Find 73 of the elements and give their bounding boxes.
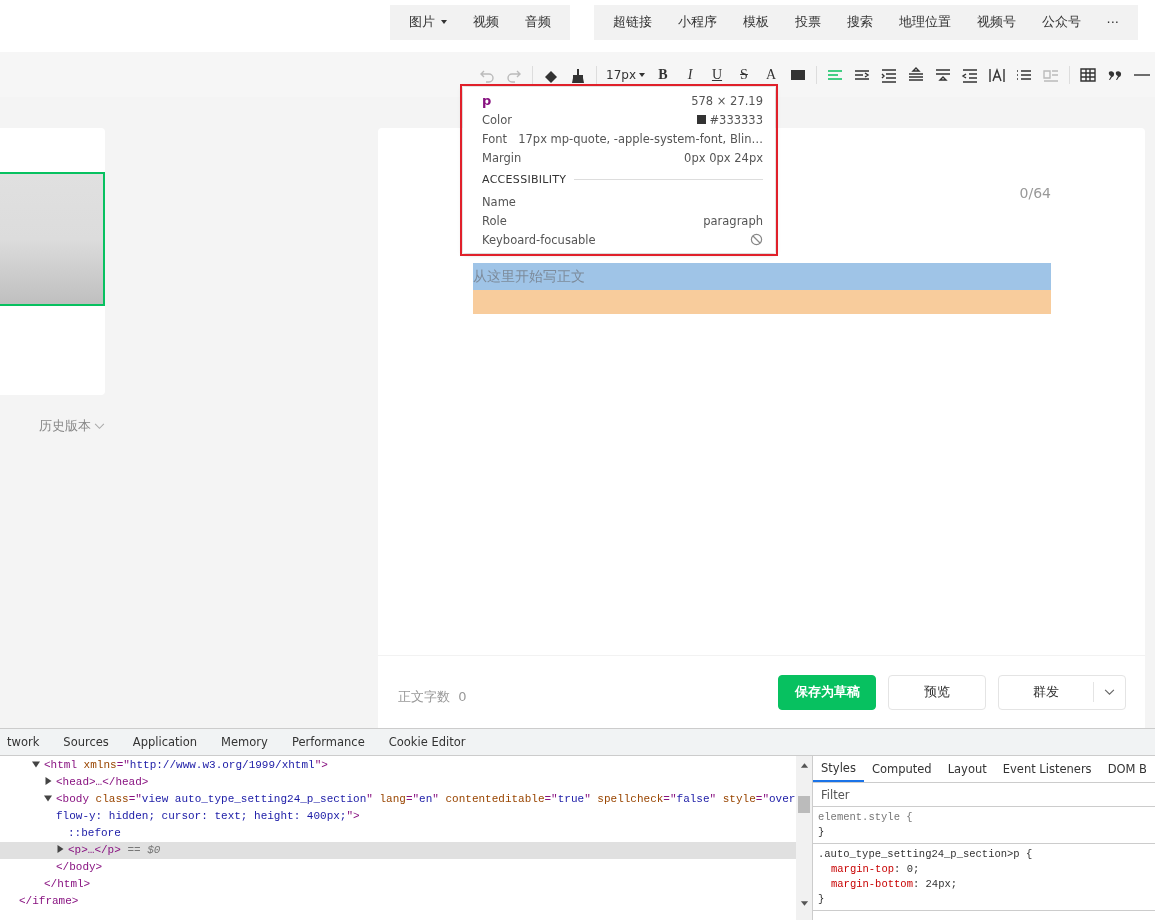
insert-menu-item[interactable]: 图片 <box>395 13 460 31</box>
dom-node-line[interactable]: ::before <box>0 825 797 842</box>
insert-menu-item[interactable]: ··· <box>1093 14 1132 30</box>
dom-node-line[interactable]: <head>…</head> <box>0 774 797 791</box>
scroll-down-icon[interactable] <box>800 901 810 907</box>
devtools-tab[interactable]: Application <box>120 729 210 755</box>
chevron-down-icon <box>94 422 105 430</box>
caret-icon <box>639 72 645 77</box>
scrollbar-thumb[interactable] <box>798 796 811 813</box>
dom-node-line[interactable]: <body class="view auto_type_setting24_p_section" lang="en" contenteditable="true" spellcheck="false" style="overflow-y: hidden; cursor: text; height: 400px;"> <box>0 791 797 825</box>
property-label: Font <box>482 131 508 146</box>
dom-closing-tag[interactable]: </iframe> <box>0 893 797 910</box>
insert-menu-item[interactable]: 音频 <box>511 13 564 31</box>
collapsed-arrow-icon[interactable] <box>44 777 52 785</box>
styles-pane-tab[interactable]: Computed <box>863 756 940 782</box>
title-counter: 0/64 <box>1019 185 1051 203</box>
property-label: Role <box>482 213 507 228</box>
styles-pane-tab[interactable]: Event Listeners <box>994 756 1100 782</box>
property-value: #333333 <box>709 112 763 127</box>
element-tag: p <box>482 93 492 108</box>
styles-pane-tab[interactable]: DOM B <box>1099 756 1155 782</box>
preview-button[interactable]: 预览 <box>888 674 986 710</box>
property-label: Color <box>482 112 513 127</box>
css-selector: element.style { <box>818 810 914 825</box>
devtools-tab[interactable]: Performance <box>279 729 377 755</box>
css-selector: .auto_type_setting24_p_section>p { <box>818 847 1034 862</box>
devtools-tab[interactable]: Sources <box>51 729 121 755</box>
property-value: paragraph <box>703 213 763 228</box>
css-declaration[interactable]: margin-top: 0; <box>818 862 1150 877</box>
table-icon[interactable] <box>1079 65 1097 84</box>
collapsed-arrow-icon[interactable] <box>56 845 64 853</box>
insert-menu-item[interactable]: 投票 <box>781 13 834 31</box>
format-button[interactable]: I <box>681 66 699 83</box>
property-label: Name <box>482 194 516 209</box>
styles-pane-tab[interactable]: Layout <box>939 756 995 782</box>
css-declaration[interactable]: margin-bottom: 24px; <box>818 877 1150 892</box>
closing-brace: } <box>818 892 826 907</box>
scrollbar[interactable] <box>796 756 813 920</box>
line-spacing-icon[interactable] <box>907 65 925 84</box>
property-label: Keyboard-focusable <box>482 232 596 247</box>
devtools-tab[interactable]: Cookie Editor <box>376 729 478 755</box>
scroll-up-icon[interactable] <box>800 762 810 768</box>
format-button[interactable]: A <box>762 66 780 83</box>
publish-button[interactable]: 群发 <box>999 682 1094 702</box>
chevron-down-icon[interactable] <box>1104 688 1115 696</box>
caret-icon <box>440 20 447 24</box>
word-count: 正文字数 0 <box>398 688 467 706</box>
property-value: 0px 0px 24px <box>684 150 763 165</box>
insert-menu-item[interactable]: 地理位置 <box>885 13 964 31</box>
font-size-dropdown[interactable]: 17px <box>606 67 645 82</box>
body-placeholder: 从这里开始写正文 <box>473 267 585 286</box>
insert-menu-item[interactable]: 超链接 <box>599 13 665 31</box>
insert-menu-item[interactable]: 视频 <box>459 13 512 31</box>
devtools-tab[interactable]: Memory <box>209 729 280 755</box>
dom-closing-tag[interactable]: </html> <box>0 876 797 893</box>
format-button[interactable]: B <box>654 66 672 83</box>
insert-menu-item[interactable]: 视频号 <box>963 13 1029 31</box>
expanded-arrow-icon[interactable] <box>32 760 40 768</box>
insert-menu-item[interactable]: 搜索 <box>833 13 886 31</box>
element-size: 578 × 27.19 <box>691 93 763 108</box>
insert-menu-item[interactable]: 公众号 <box>1028 13 1094 31</box>
format-button[interactable]: U <box>708 66 726 83</box>
dom-closing-tag[interactable]: </body> <box>0 859 797 876</box>
format-button[interactable]: S <box>735 66 753 83</box>
devtools-tab[interactable]: twork <box>0 729 52 755</box>
expanded-arrow-icon[interactable] <box>44 794 52 802</box>
property-value: 17px mp-quote, -apple-system-font, Blin… <box>518 131 763 146</box>
dom-node-line[interactable]: <html xmlns="http://www.w3.org/1999/xhtml"> <box>0 757 797 774</box>
closing-brace: } <box>818 825 826 840</box>
section-heading: ACCESSIBILITY <box>482 173 567 186</box>
property-label: Margin <box>482 150 522 165</box>
insert-menu-item[interactable]: 模板 <box>729 13 782 31</box>
insert-menu-item[interactable]: 小程序 <box>664 13 730 31</box>
